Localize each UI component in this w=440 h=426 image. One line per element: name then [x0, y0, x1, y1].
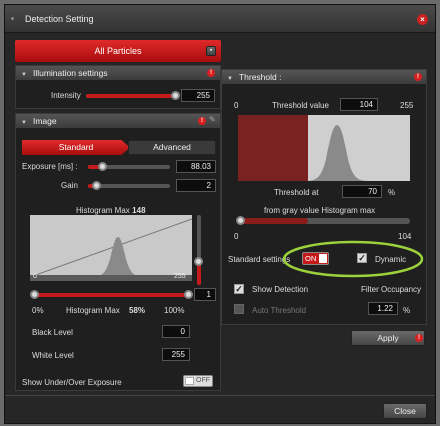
- collapse-triangle-icon: ▼: [21, 72, 27, 78]
- window-close-icon[interactable]: ×: [417, 14, 428, 25]
- gain-slider-handle[interactable]: [92, 181, 101, 190]
- tab-advanced-label: Advanced: [153, 142, 191, 152]
- threshold-slider-min: 0: [234, 232, 239, 241]
- window-menu-icon[interactable]: ▪: [11, 15, 19, 23]
- vertical-slider-handle[interactable]: [194, 257, 203, 266]
- show-under-over-toggle[interactable]: OFF: [183, 375, 213, 387]
- intensity-label: Intensity: [51, 91, 81, 100]
- close-label: Close: [394, 406, 416, 416]
- illumination-panel: ▼ Illumination settings ! Intensity 255: [15, 65, 221, 109]
- show-under-over-state: OFF: [196, 377, 210, 384]
- vertical-slider-fill: [197, 263, 201, 285]
- threshold-histogram: [238, 115, 410, 181]
- black-level-label: Black Level: [32, 328, 73, 337]
- threshold-warning-icon: !: [414, 73, 422, 81]
- toggle-knob: [185, 377, 194, 385]
- threshold-panel: ▼ Threshold : ! 0 Threshold value 104 255…: [221, 69, 427, 325]
- collapse-triangle-icon: ▼: [21, 120, 27, 126]
- particles-dropdown-button[interactable]: ▪: [206, 46, 216, 56]
- image-header[interactable]: ▼ Image: [16, 114, 220, 128]
- illumination-header-label: Illumination settings: [32, 68, 108, 78]
- threshold-slider-track[interactable]: [238, 218, 410, 224]
- filter-occupancy-label: Filter Occupancy: [361, 285, 422, 294]
- auto-threshold-checkbox[interactable]: [234, 304, 244, 314]
- all-particles-label: All Particles: [94, 46, 142, 56]
- threshold-axis-max: 255: [400, 101, 414, 110]
- threshold-value-input[interactable]: 104: [340, 98, 378, 111]
- histogram-axis-bar: [30, 275, 192, 281]
- close-button[interactable]: Close: [383, 403, 427, 419]
- window-title: Detection Setting: [25, 14, 94, 24]
- illumination-header[interactable]: ▼ Illumination settings: [16, 66, 220, 80]
- intensity-slider-fill: [86, 94, 176, 98]
- threshold-region: [238, 115, 308, 181]
- histogram-max-title-label: Histogram Max: [76, 206, 130, 215]
- threshold-value-label: Threshold value: [272, 101, 329, 110]
- image-warning-icon: !: [198, 117, 206, 125]
- exposure-slider-handle[interactable]: [98, 162, 107, 171]
- range-slider-left-handle[interactable]: [30, 290, 39, 299]
- exposure-label: Exposure [ms] :: [22, 162, 78, 171]
- image-histogram: [30, 215, 192, 281]
- range-slider-right-handle[interactable]: [184, 290, 193, 299]
- from-gray-label: from gray value Histogram max: [264, 206, 376, 215]
- apply-button[interactable]: Apply: [351, 330, 425, 346]
- threshold-at-unit: %: [388, 188, 396, 197]
- intensity-slider-track[interactable]: [86, 94, 176, 98]
- collapse-triangle-icon: ▼: [227, 76, 233, 82]
- illumination-warning-icon: !: [207, 69, 215, 77]
- gain-label: Gain: [61, 181, 78, 190]
- threshold-slider-fill: [238, 218, 308, 224]
- apply-label: Apply: [377, 333, 399, 343]
- title-bar: ▪ Detection Setting ×: [5, 5, 435, 33]
- pct-max-label: 100%: [164, 306, 185, 315]
- threshold-header[interactable]: ▼ Threshold :: [222, 70, 426, 84]
- pct-min-label: 0%: [32, 306, 44, 315]
- intensity-input[interactable]: 255: [181, 89, 215, 102]
- pin-icon[interactable]: ✎: [209, 115, 216, 124]
- white-level-input[interactable]: 255: [162, 348, 190, 361]
- histogram-range-slider[interactable]: [34, 293, 190, 297]
- white-level-label: White Level: [32, 351, 74, 360]
- pct-label: Histogram Max: [66, 306, 120, 315]
- threshold-axis-min: 0: [234, 101, 239, 110]
- all-particles-button[interactable]: All Particles: [15, 40, 221, 62]
- apply-warning-icon: !: [415, 334, 423, 342]
- filter-occupancy-input[interactable]: 1.22: [368, 302, 398, 315]
- tab-advanced[interactable]: Advanced: [128, 140, 216, 155]
- auto-threshold-label: Auto Threshold: [252, 306, 307, 315]
- filter-occupancy-unit: %: [403, 306, 411, 315]
- highlight-ellipse: [282, 240, 424, 278]
- vertical-slider-track[interactable]: [197, 215, 201, 285]
- image-header-label: Image: [32, 116, 57, 126]
- bottom-separator: [5, 395, 435, 396]
- intensity-slider-handle[interactable]: [171, 91, 180, 100]
- threshold-slider-handle[interactable]: [236, 216, 245, 225]
- show-detection-label: Show Detection: [252, 285, 309, 294]
- image-panel: ▼ Image ! ✎ Standard Advanced Exposure [m…: [15, 113, 221, 391]
- histogram-max-title-value: 148: [132, 206, 146, 215]
- tab-standard-label: Standard: [58, 142, 94, 152]
- show-under-over-label: Show Under/Over Exposure: [22, 378, 122, 387]
- show-detection-checkbox[interactable]: ✓: [234, 284, 244, 294]
- pct-value: 58%: [129, 306, 146, 315]
- histogram-axis-min: 0: [33, 273, 37, 280]
- gain-input[interactable]: 2: [176, 179, 216, 192]
- vertical-slider-input[interactable]: 1: [194, 288, 216, 301]
- tab-standard[interactable]: Standard: [22, 140, 130, 155]
- histogram-axis-max: 255: [174, 273, 186, 280]
- black-level-input[interactable]: 0: [162, 325, 190, 338]
- threshold-at-label: Threshold at: [274, 188, 319, 197]
- detection-setting-window: ▪ Detection Setting × All Particles ▪ ▼ I…: [4, 4, 436, 424]
- exposure-input[interactable]: 88.03: [176, 160, 216, 173]
- threshold-header-label: Threshold :: [238, 72, 282, 82]
- histogram-max-title: Histogram Max 148: [76, 205, 146, 215]
- threshold-at-input[interactable]: 70: [342, 185, 382, 198]
